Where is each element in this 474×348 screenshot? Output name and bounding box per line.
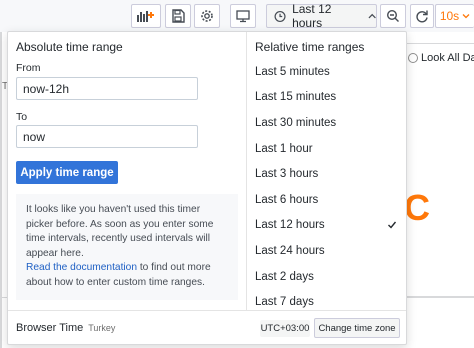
relative-range-list: Last 5 minutes Last 15 minutes Last 30 m… bbox=[247, 59, 407, 315]
time-picker-button[interactable]: Last 12 hours bbox=[266, 2, 377, 30]
look-all-label: Look All Data bbox=[421, 52, 474, 64]
refresh-interval-label: 10s bbox=[439, 9, 460, 23]
background-panel bbox=[405, 43, 474, 297]
chevron-down-icon bbox=[462, 14, 470, 19]
checkmark-icon bbox=[388, 221, 397, 229]
documentation-link[interactable]: Read the documentation bbox=[26, 262, 137, 273]
relative-range-label: Last 24 hours bbox=[255, 244, 325, 257]
utc-offset-badge: UTC+03:00 bbox=[260, 320, 310, 337]
relative-range-label: Last 12 hours bbox=[255, 219, 325, 232]
apply-time-range-button[interactable]: Apply time range bbox=[16, 161, 118, 184]
absolute-time-range-section: Absolute time range From now-12h To now … bbox=[8, 32, 246, 310]
clock-icon bbox=[274, 10, 286, 22]
relative-range-item[interactable]: Last 15 minutes bbox=[247, 85, 407, 111]
relative-range-label: Last 15 minutes bbox=[255, 91, 337, 104]
from-label: From bbox=[16, 62, 41, 74]
timezone-name: Turkey bbox=[88, 323, 116, 333]
zoom-out-icon bbox=[386, 9, 399, 22]
to-input-value: now bbox=[23, 129, 46, 144]
relative-range-label: Last 5 minutes bbox=[255, 65, 330, 78]
monitor-icon bbox=[236, 10, 250, 23]
from-input-value: now-12h bbox=[23, 81, 70, 96]
relative-range-item-selected[interactable]: Last 12 hours bbox=[247, 213, 407, 239]
save-icon bbox=[172, 9, 185, 23]
absolute-title: Absolute time range bbox=[16, 40, 123, 54]
relative-range-label: Last 6 hours bbox=[255, 193, 319, 206]
relative-range-item[interactable]: Last 5 minutes bbox=[247, 59, 407, 85]
from-input[interactable]: now-12h bbox=[16, 77, 198, 100]
time-range-label: Last 12 hours bbox=[292, 2, 332, 30]
look-all-data-option[interactable]: Look All Data bbox=[408, 52, 474, 64]
relative-range-item[interactable]: Last 1 hour bbox=[247, 136, 407, 162]
time-picker-popover: Absolute time range From now-12h To now … bbox=[7, 31, 407, 345]
save-dashboard-button[interactable] bbox=[165, 4, 191, 28]
browser-time: Browser Time Turkey bbox=[16, 322, 115, 334]
add-panel-button[interactable] bbox=[131, 4, 161, 28]
relative-range-item[interactable]: Last 24 hours bbox=[247, 238, 407, 264]
info-box: It looks like you haven't used this time… bbox=[16, 194, 238, 300]
zoom-out-button[interactable] bbox=[380, 4, 406, 28]
relative-range-label: Last 3 hours bbox=[255, 168, 319, 181]
to-input[interactable]: now bbox=[16, 125, 198, 148]
relative-range-label: Last 2 days bbox=[255, 270, 314, 283]
relative-title: Relative time ranges bbox=[255, 40, 365, 54]
info-text: It looks like you haven't used this time… bbox=[26, 204, 214, 259]
relative-range-item[interactable]: Last 2 days bbox=[247, 264, 407, 290]
relative-range-label: Last 7 days bbox=[255, 296, 314, 309]
relative-range-label: Last 1 hour bbox=[255, 142, 313, 155]
refresh-button[interactable] bbox=[410, 4, 434, 28]
view-mode-button[interactable] bbox=[230, 4, 256, 28]
relative-range-label: Last 30 minutes bbox=[255, 116, 337, 129]
refresh-interval-button[interactable]: 10s bbox=[435, 4, 474, 28]
browser-time-label: Browser Time bbox=[16, 322, 84, 334]
relative-range-item[interactable]: Last 30 minutes bbox=[247, 110, 407, 136]
page-edge bbox=[0, 32, 2, 348]
relative-range-item[interactable]: Last 3 hours bbox=[247, 161, 407, 187]
settings-button[interactable] bbox=[194, 4, 220, 28]
chevron-up-icon bbox=[368, 13, 376, 18]
to-label: To bbox=[16, 111, 28, 123]
time-picker-footer: Browser Time Turkey UTC+03:00 Change time… bbox=[8, 310, 406, 345]
refresh-icon bbox=[416, 10, 428, 23]
radio-icon bbox=[408, 53, 418, 63]
gear-icon bbox=[201, 10, 213, 22]
dashboard-toolbar: Last 12 hours 10s bbox=[0, 0, 474, 32]
relative-time-ranges-section: Relative time ranges Last 5 minutes Last… bbox=[246, 32, 408, 310]
relative-range-item[interactable]: Last 6 hours bbox=[247, 187, 407, 213]
change-time-zone-button[interactable]: Change time zone bbox=[314, 318, 400, 338]
add-panel-icon bbox=[137, 11, 154, 22]
